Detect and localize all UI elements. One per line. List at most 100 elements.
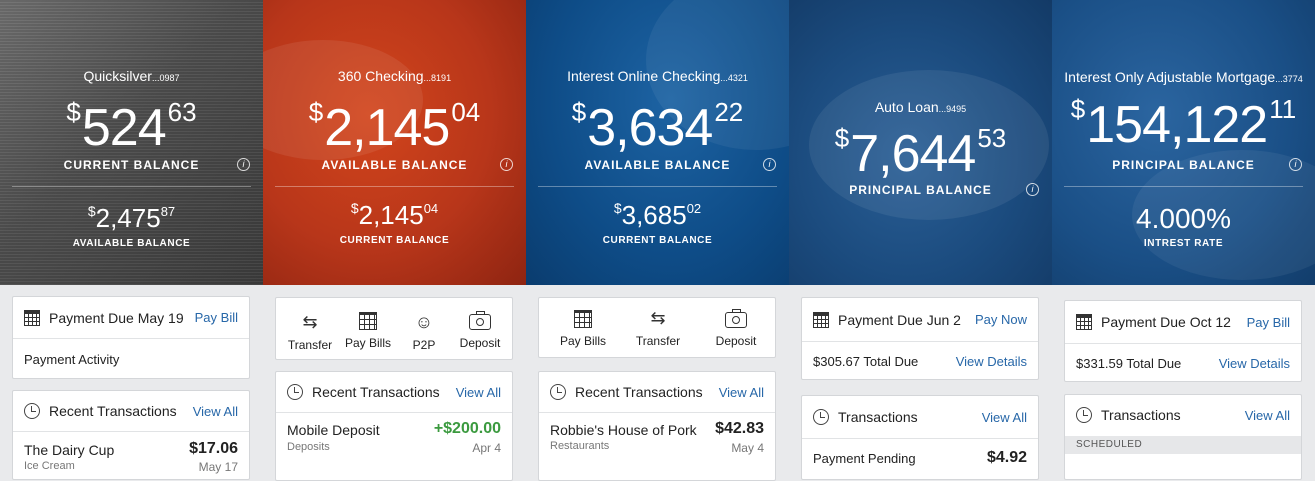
payment-due-title: Payment Due Oct 12 <box>1101 314 1231 330</box>
account-tile-interest-online-checking[interactable]: Interest Online Checking...4321 $3,63422… <box>526 0 789 285</box>
info-icon[interactable]: i <box>1026 183 1039 196</box>
secondary-balance-label: CURRENT BALANCE <box>339 235 450 246</box>
history-icon <box>813 409 829 425</box>
transaction-date: May 4 <box>731 441 764 455</box>
deposit-action[interactable]: Deposit <box>706 309 766 348</box>
view-all-link[interactable]: View All <box>982 410 1027 425</box>
pay-bill-link[interactable]: Pay Bill <box>195 310 238 325</box>
p2p-action[interactable]: ☺ P2P <box>394 312 454 352</box>
calendar-icon <box>359 312 377 330</box>
view-all-link[interactable]: View All <box>719 385 764 400</box>
secondary-balance-label: AVAILABLE BALANCE <box>72 238 191 249</box>
transaction-amount: +$200.00 <box>433 420 501 437</box>
account-tile-quicksilver[interactable]: Quicksilver...0987 $52463 CURRENT BALANC… <box>0 0 263 285</box>
transfer-action[interactable]: ⇆ Transfer <box>628 308 688 348</box>
account-tiles: Quicksilver...0987 $52463 CURRENT BALANC… <box>0 0 1315 285</box>
view-all-link[interactable]: View All <box>193 404 238 419</box>
pay-bills-action[interactable]: Pay Bills <box>338 312 398 350</box>
view-details-link[interactable]: View Details <box>956 354 1027 369</box>
info-icon[interactable]: i <box>1289 158 1302 171</box>
interest-rate-value: 4.000% <box>1136 203 1231 234</box>
camera-icon <box>469 311 491 330</box>
transaction-date: May 17 <box>198 460 238 474</box>
history-icon <box>287 384 303 400</box>
history-icon <box>24 403 40 419</box>
calendar-icon <box>574 310 592 328</box>
transaction-amount: $17.06 <box>189 440 238 457</box>
scheduled-section-header: SCHEDULED <box>1065 436 1301 454</box>
transaction-category: Deposits <box>287 441 330 453</box>
transaction-name: Payment Pending <box>813 451 916 466</box>
recent-transactions-card: Recent Transactions View All Robbie's Ho… <box>538 371 776 481</box>
divider <box>12 186 251 187</box>
recent-transactions-title: Recent Transactions <box>49 403 177 419</box>
history-icon <box>550 384 566 400</box>
payment-due-card: Payment Due Oct 12 Pay Bill $331.59 Tota… <box>1064 300 1302 382</box>
primary-balance: $154,12211 <box>1070 94 1297 154</box>
secondary-balance-label: CURRENT BALANCE <box>602 235 713 246</box>
total-due: $331.59 Total Due <box>1076 356 1182 371</box>
view-all-link[interactable]: View All <box>1245 408 1290 423</box>
secondary-balance: $3,68502 <box>613 200 702 230</box>
quick-actions-card: ⇆ Transfer Pay Bills ☺ P2P Deposit <box>275 297 513 360</box>
primary-balance: $3,63422 <box>571 97 744 157</box>
divider <box>1064 186 1303 187</box>
pay-bill-link[interactable]: Pay Bill <box>1247 315 1290 330</box>
recent-transactions-title: Recent Transactions <box>312 384 440 400</box>
account-name: Quicksilver...0987 <box>83 68 180 84</box>
pay-bills-action[interactable]: Pay Bills <box>553 310 613 348</box>
interest-rate-label: INTREST RATE <box>1143 238 1224 249</box>
secondary-balance: $2,47587 <box>87 203 176 233</box>
payment-due-card: Payment Due May 19 Pay Bill Payment Acti… <box>12 296 250 379</box>
primary-balance-label: PRINCIPAL BALANCE <box>849 183 992 197</box>
calendar-icon <box>1076 314 1092 330</box>
quick-actions-card: Pay Bills ⇆ Transfer Deposit <box>538 297 776 358</box>
view-details-link[interactable]: View Details <box>1219 356 1290 371</box>
account-tile-auto-loan[interactable]: Auto Loan...9495 $7,64453 PRINCIPAL BALA… <box>789 0 1052 285</box>
camera-icon <box>725 309 747 328</box>
transactions-card: Transactions View All SCHEDULED <box>1064 394 1302 480</box>
divider <box>275 186 514 187</box>
payment-activity-row[interactable]: Payment Activity <box>13 339 249 380</box>
history-icon <box>1076 407 1092 423</box>
payment-activity-link[interactable]: Payment Activity <box>24 352 119 367</box>
recent-transactions-card: Recent Transactions View All Mobile Depo… <box>275 371 513 481</box>
transaction-category: Restaurants <box>550 440 610 452</box>
primary-balance: $52463 <box>66 97 197 157</box>
calendar-icon <box>24 309 40 326</box>
total-due: $305.67 Total Due <box>813 354 919 369</box>
transaction-name: Robbie's House of Pork <box>550 422 697 438</box>
recent-transactions-title: Recent Transactions <box>575 384 703 400</box>
transfer-icon: ⇆ <box>302 312 318 332</box>
info-icon[interactable]: i <box>500 158 513 171</box>
divider <box>538 186 777 187</box>
view-all-link[interactable]: View All <box>456 385 501 400</box>
primary-balance: $2,14504 <box>308 97 481 157</box>
payment-due-title: Payment Due May 19 <box>49 309 184 326</box>
account-name: Interest Only Adjustable Mortgage...3774 <box>1064 69 1303 85</box>
primary-balance: $7,64453 <box>834 123 1007 183</box>
person-icon: ☺ <box>414 312 434 332</box>
account-name: 360 Checking...8191 <box>337 68 452 84</box>
transfer-action[interactable]: ⇆ Transfer <box>280 312 340 352</box>
account-name: Interest Online Checking...4321 <box>567 68 748 84</box>
account-tile-360-checking[interactable]: 360 Checking...8191 $2,14504 AVAILABLE B… <box>263 0 526 285</box>
transaction-name: The Dairy Cup <box>24 442 115 458</box>
account-tile-mortgage[interactable]: Interest Only Adjustable Mortgage...3774… <box>1052 0 1315 285</box>
transactions-card: Transactions View All Payment Pending $4… <box>801 395 1039 480</box>
primary-balance-label: CURRENT BALANCE <box>63 158 200 172</box>
info-icon[interactable]: i <box>237 158 250 171</box>
transaction-name: Mobile Deposit <box>287 422 380 438</box>
transaction-category: Ice Cream <box>24 460 75 472</box>
transactions-title: Transactions <box>1101 407 1181 423</box>
primary-balance-label: AVAILABLE BALANCE <box>321 158 468 172</box>
recent-transactions-card: Recent Transactions View All The Dairy C… <box>12 390 250 480</box>
calendar-icon <box>813 311 829 328</box>
info-icon[interactable]: i <box>763 158 776 171</box>
deposit-action[interactable]: Deposit <box>450 311 510 350</box>
transaction-date: Apr 4 <box>472 441 501 455</box>
transactions-title: Transactions <box>838 409 918 425</box>
pay-now-link[interactable]: Pay Now <box>975 312 1027 327</box>
primary-balance-label: AVAILABLE BALANCE <box>584 158 731 172</box>
primary-balance-label: PRINCIPAL BALANCE <box>1112 158 1255 172</box>
